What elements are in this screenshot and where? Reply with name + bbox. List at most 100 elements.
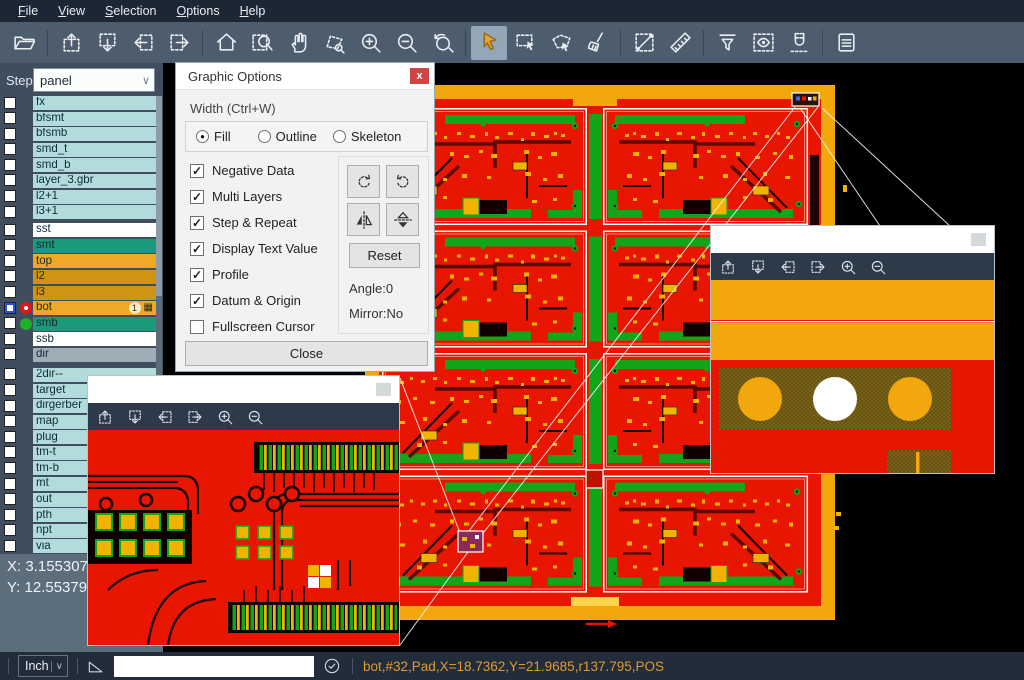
object-view-button[interactable] [745, 26, 781, 60]
pan-left-icon[interactable] [156, 408, 174, 426]
layer-row[interactable]: l3 [0, 286, 163, 300]
checkbox-display-text-value[interactable]: ✓Display Text Value [190, 241, 318, 256]
layer-color-bar[interactable]: fx [33, 96, 156, 110]
layer-color-bar[interactable]: top [33, 254, 156, 268]
layer-row[interactable]: bfsmb [0, 127, 163, 141]
pan-left-button[interactable] [125, 26, 161, 60]
layer-checkbox[interactable] [4, 302, 16, 314]
pan-up-button[interactable] [53, 26, 89, 60]
layer-checkbox[interactable] [4, 400, 16, 412]
layer-checkbox[interactable] [4, 431, 16, 443]
layer-checkbox[interactable] [4, 270, 16, 282]
pan-left-icon[interactable] [779, 258, 797, 276]
layer-row[interactable]: fx [0, 96, 163, 110]
layer-row[interactable]: ssb [0, 332, 163, 346]
checkbox-step-repeat[interactable]: ✓Step & Repeat [190, 215, 297, 230]
layer-checkbox[interactable] [4, 368, 16, 380]
dialog-close-button[interactable]: x [410, 68, 429, 84]
dialog-title-bar[interactable]: Graphic Options x [176, 63, 434, 90]
checkbox-icon[interactable]: ✓ [190, 216, 204, 230]
filter-button[interactable] [709, 26, 745, 60]
layer-color-bar[interactable]: smb [33, 317, 156, 331]
menu-item[interactable]: Options [166, 2, 229, 20]
layer-color-bar[interactable]: l2+1 [33, 190, 156, 204]
window-control-button[interactable] [971, 233, 986, 246]
layer-row[interactable]: sst [0, 223, 163, 237]
zoom-home-button[interactable] [208, 26, 244, 60]
checkbox-icon[interactable] [190, 320, 204, 334]
layer-row[interactable]: smd_t [0, 143, 163, 157]
zoom-window-view[interactable] [711, 280, 994, 473]
radio-icon[interactable]: ● [196, 130, 209, 143]
menu-item[interactable]: Help [230, 2, 276, 20]
layer-checkbox[interactable] [4, 159, 16, 171]
zoom-window-left[interactable] [87, 375, 400, 646]
measure-ruler-button[interactable] [662, 26, 698, 60]
zoom-window-title-bar[interactable] [88, 376, 399, 403]
layer-checkbox[interactable] [4, 174, 16, 186]
report-button[interactable] [828, 26, 864, 60]
layer-row[interactable]: l3+1 [0, 205, 163, 219]
layer-checkbox[interactable] [4, 112, 16, 124]
layer-row[interactable]: smt [0, 239, 163, 253]
layer-checkbox[interactable] [4, 478, 16, 490]
zoom-window-view[interactable] [88, 430, 399, 645]
layer-row[interactable]: layer_3.gbr [0, 174, 163, 188]
layer-row[interactable]: l2+1 [0, 190, 163, 204]
unit-select[interactable]: Inch ∨ [18, 655, 68, 677]
menu-item[interactable]: File [8, 2, 48, 20]
checkbox-icon[interactable]: ✓ [190, 164, 204, 178]
layer-row[interactable]: l2 [0, 270, 163, 284]
measure-distance-button[interactable] [626, 26, 662, 60]
pan-down-button[interactable] [89, 26, 125, 60]
layer-row[interactable]: top [0, 254, 163, 268]
layer-color-bar[interactable]: sst [33, 223, 156, 237]
reset-button[interactable]: Reset [349, 243, 420, 268]
layer-color-bar[interactable]: ssb [33, 332, 156, 346]
pan-right-icon[interactable] [186, 408, 204, 426]
zoom-window-title-bar[interactable] [711, 226, 994, 253]
layer-checkbox[interactable] [4, 97, 16, 109]
layer-checkbox[interactable] [4, 190, 16, 202]
zoom-out-icon[interactable] [246, 408, 264, 426]
pan-down-icon[interactable] [749, 258, 767, 276]
radio-icon[interactable] [258, 130, 271, 143]
layer-color-bar[interactable]: bot 1 ▦ [33, 301, 156, 315]
snap-button[interactable] [781, 26, 817, 60]
rect-select-button[interactable] [507, 26, 543, 60]
layer-color-bar[interactable]: layer_3.gbr [33, 174, 156, 188]
pan-up-icon[interactable] [96, 408, 114, 426]
pan-up-icon[interactable] [719, 258, 737, 276]
zoom-in-icon[interactable] [839, 258, 857, 276]
layer-checkbox[interactable] [4, 540, 16, 552]
angle-tool-icon[interactable] [86, 656, 106, 676]
rotate-cw-button[interactable] [347, 165, 380, 198]
zoom-window-right[interactable] [710, 225, 995, 474]
clean-brush-button[interactable] [579, 26, 615, 60]
layer-color-bar[interactable]: smt [33, 239, 156, 253]
layer-color-bar[interactable]: smd_t [33, 143, 156, 157]
layer-checkbox[interactable] [4, 446, 16, 458]
layer-color-bar[interactable]: bfsmt [33, 112, 156, 126]
menu-item[interactable]: View [48, 2, 95, 20]
pan-right-icon[interactable] [809, 258, 827, 276]
layer-row[interactable]: bot 1 ▦ [0, 301, 163, 315]
pan-down-icon[interactable] [126, 408, 144, 426]
rotate-ccw-button[interactable] [386, 165, 419, 198]
layer-checkbox[interactable] [4, 224, 16, 236]
checkbox-icon[interactable]: ✓ [190, 242, 204, 256]
layer-color-bar[interactable]: bfsmb [33, 127, 156, 141]
layer-color-bar[interactable]: l2 [33, 270, 156, 284]
layer-row[interactable]: dir [0, 348, 163, 362]
layer-checkbox[interactable] [4, 317, 16, 329]
checkbox-negative-data[interactable]: ✓Negative Data [190, 163, 294, 178]
zoom-polygon-button[interactable] [316, 26, 352, 60]
status-check-icon[interactable] [322, 656, 342, 676]
checkbox-fullscreen-cursor[interactable]: Fullscreen Cursor [190, 319, 315, 334]
layer-checkbox[interactable] [4, 255, 16, 267]
radio-skeleton[interactable]: Skeleton [333, 129, 402, 144]
layer-checkbox[interactable] [4, 206, 16, 218]
zoom-out-button[interactable] [388, 26, 424, 60]
radio-fill[interactable]: ●Fill [196, 129, 231, 144]
zoom-in-icon[interactable] [216, 408, 234, 426]
